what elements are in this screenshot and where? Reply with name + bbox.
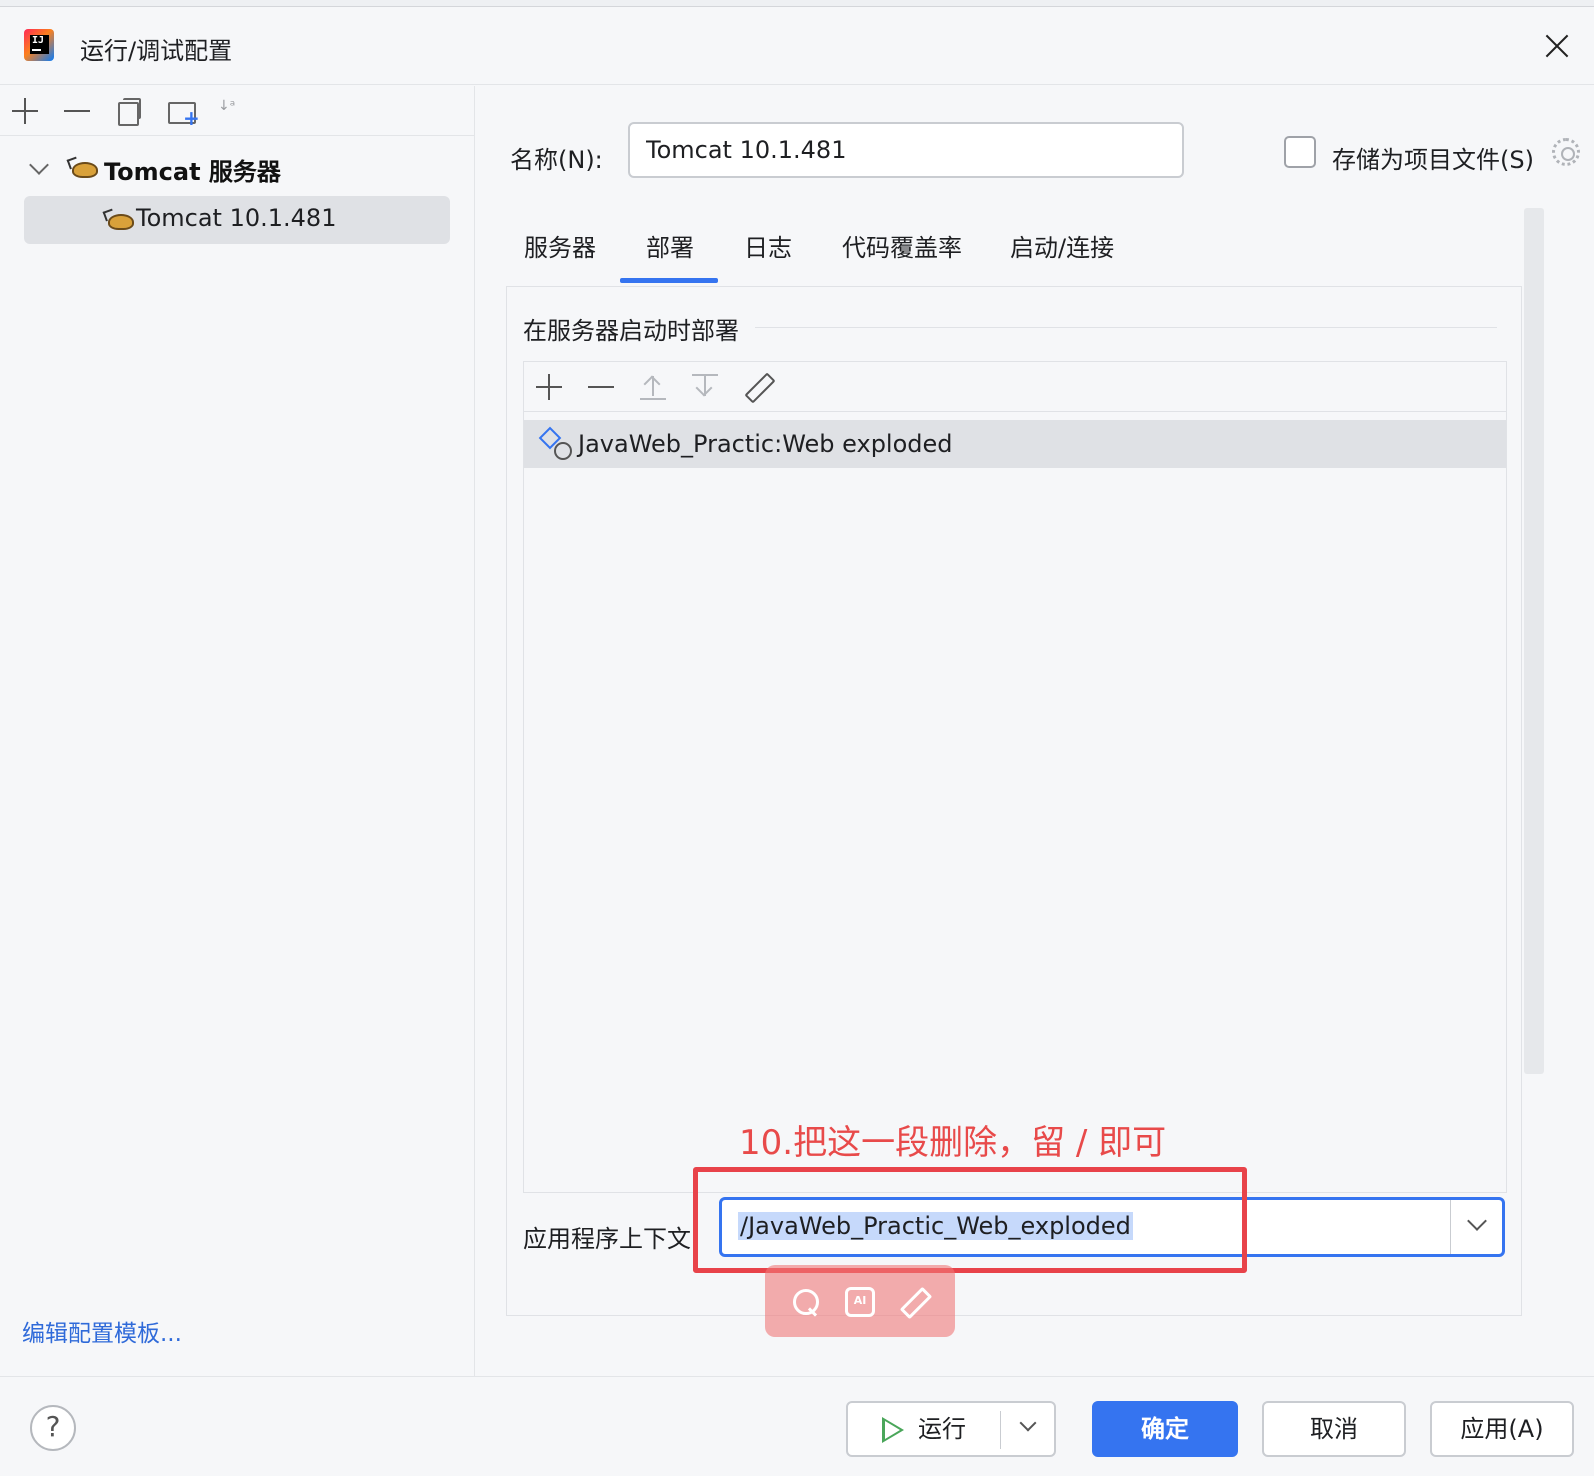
edit-icon[interactable] <box>899 1287 929 1317</box>
dialog-footer: ? 运行 确定 取消 应用(A) <box>0 1376 1594 1476</box>
run-button[interactable]: 运行 <box>846 1401 1056 1457</box>
name-input[interactable] <box>628 122 1184 178</box>
run-button-divider <box>1000 1411 1001 1449</box>
tab-logs[interactable]: 日志 <box>744 228 792 263</box>
tree-item-label: Tomcat 10.1.481 <box>136 204 337 232</box>
deployment-artifacts-list: JavaWeb_Practic:Web exploded <box>523 361 1507 1193</box>
tab-startup-connection[interactable]: 启动/连接 <box>1010 228 1114 263</box>
application-context-label: 应用程序上下文: <box>523 1225 700 1253</box>
run-debug-configurations-dialog: IJ 运行/调试配置 ↓ᵃ Tomcat 服务器 Tomcat 10.1.481… <box>0 6 1594 1476</box>
run-button-label: 运行 <box>918 1415 966 1443</box>
apply-button[interactable]: 应用(A) <box>1430 1401 1574 1457</box>
artifact-label: JavaWeb_Practic:Web exploded <box>578 430 953 458</box>
vertical-scrollbar[interactable] <box>1524 208 1544 1074</box>
help-button[interactable]: ? <box>30 1405 76 1451</box>
ai-icon[interactable]: AI <box>845 1287 875 1317</box>
combobox-divider <box>1450 1200 1451 1254</box>
tab-code-coverage[interactable]: 代码覆盖率 <box>842 228 962 263</box>
title-bar: IJ 运行/调试配置 <box>0 7 1594 85</box>
play-icon <box>882 1417 904 1443</box>
application-context-value[interactable]: /JavaWeb_Practic_Web_exploded <box>738 1212 1133 1240</box>
artifacts-toolbar <box>524 362 1506 412</box>
plus-icon[interactable] <box>10 96 40 126</box>
sidebar-toolbar: ↓ᵃ <box>0 86 475 136</box>
cancel-button[interactable]: 取消 <box>1262 1401 1406 1457</box>
gear-icon[interactable] <box>1552 138 1580 166</box>
copy-icon[interactable] <box>114 96 144 126</box>
add-icon[interactable] <box>534 372 564 402</box>
chevron-down-icon[interactable] <box>1019 1414 1037 1432</box>
section-title: 在服务器启动时部署 <box>523 317 739 345</box>
tomcat-icon <box>68 156 98 180</box>
chevron-down-icon[interactable] <box>29 155 49 175</box>
new-folder-icon[interactable] <box>166 96 200 130</box>
tree-item-tomcat-config[interactable]: Tomcat 10.1.481 <box>24 196 450 244</box>
floating-text-toolbar: AI <box>765 1265 955 1337</box>
tomcat-icon <box>104 208 134 232</box>
list-item[interactable]: JavaWeb_Practic:Web exploded <box>524 420 1506 468</box>
annotation-text: 10.把这一段删除，留 / 即可 <box>739 1123 1167 1163</box>
configuration-editor: 名称(N): 存储为项目文件(S) 服务器 部署 日志 代码覆盖率 启动/连接 … <box>476 86 1594 1376</box>
tree-group-tomcat[interactable]: Tomcat 服务器 <box>0 146 475 194</box>
window-title: 运行/调试配置 <box>80 37 233 65</box>
search-icon[interactable] <box>791 1287 821 1317</box>
tab-server[interactable]: 服务器 <box>524 228 596 263</box>
remove-icon[interactable] <box>586 372 616 402</box>
web-artifact-icon <box>540 428 572 460</box>
move-up-icon[interactable] <box>638 372 668 402</box>
ok-button[interactable]: 确定 <box>1092 1401 1238 1457</box>
sort-icon[interactable]: ↓ᵃ <box>218 98 248 128</box>
tree-group-label: Tomcat 服务器 <box>104 158 281 186</box>
move-down-icon[interactable] <box>690 372 720 402</box>
store-as-project-file-checkbox[interactable] <box>1284 136 1316 168</box>
application-context-combobox[interactable]: /JavaWeb_Practic_Web_exploded <box>719 1197 1505 1257</box>
active-tab-indicator <box>620 278 718 283</box>
deployment-tab-content: 在服务器启动时部署 JavaWeb_Practic:Web exploded 1… <box>506 286 1522 1337</box>
edit-pencil-icon[interactable] <box>742 372 772 402</box>
store-as-project-file-label: 存储为项目文件(S) <box>1332 146 1534 174</box>
chevron-down-icon[interactable] <box>1467 1211 1487 1231</box>
name-label: 名称(N): <box>510 146 603 174</box>
close-icon[interactable] <box>1540 29 1574 63</box>
section-divider <box>755 327 1497 328</box>
configurations-tree: Tomcat 服务器 Tomcat 10.1.481 <box>0 146 475 244</box>
intellij-logo-icon: IJ <box>24 29 54 61</box>
edit-configuration-templates-link[interactable]: 编辑配置模板... <box>22 1314 182 1348</box>
minus-icon[interactable] <box>62 96 92 126</box>
configurations-sidebar: ↓ᵃ Tomcat 服务器 Tomcat 10.1.481 编辑配置模板... <box>0 86 475 1376</box>
tab-deployment[interactable]: 部署 <box>646 228 694 263</box>
